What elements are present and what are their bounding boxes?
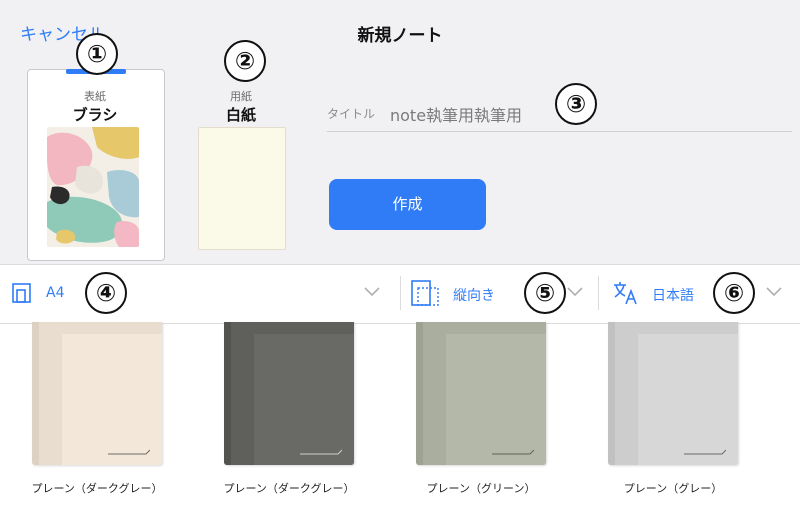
cover-section-label: 表紙 xyxy=(84,90,106,103)
signature-line xyxy=(492,449,534,455)
page-size-icon xyxy=(12,283,31,303)
chevron-down-icon[interactable] xyxy=(565,281,585,301)
translate-icon xyxy=(614,282,637,305)
paper-section-label: 用紙 xyxy=(230,90,252,103)
cover-panel xyxy=(62,334,162,465)
signature-line xyxy=(300,449,342,455)
blank-paper-thumbnail[interactable] xyxy=(198,127,286,250)
chevron-down-icon[interactable] xyxy=(764,281,784,301)
cover-option-plain-green[interactable] xyxy=(416,322,546,465)
language-value[interactable]: 日本語 xyxy=(652,285,694,305)
cover-option-plain-gray[interactable] xyxy=(608,322,738,465)
cover-caption: プレーン（グリーン） xyxy=(426,482,536,495)
page-title: 新規ノート xyxy=(357,26,443,46)
annotation-6: ⑥ xyxy=(713,272,755,314)
annotation-4: ④ xyxy=(85,272,127,314)
annotation-5: ⑤ xyxy=(524,272,566,314)
title-input-underline xyxy=(327,131,792,132)
divider xyxy=(598,276,599,310)
brush-pattern-image xyxy=(47,127,139,247)
title-input[interactable]: note執筆用執筆用 xyxy=(390,102,522,126)
orientation-value[interactable]: 縦向き xyxy=(453,285,495,305)
cover-panel xyxy=(446,334,546,465)
page-size-value[interactable]: A4 xyxy=(46,285,64,301)
chevron-down-icon[interactable] xyxy=(362,281,382,301)
title-field-label: タイトル xyxy=(327,107,376,121)
annotation-1: ① xyxy=(76,33,118,75)
orientation-icon xyxy=(411,280,439,306)
nav-bar: キャンセル 新規ノート xyxy=(0,0,800,65)
signature-line xyxy=(684,449,726,455)
spine xyxy=(32,322,39,465)
cover-panel xyxy=(254,334,354,465)
annotation-2: ② xyxy=(224,40,266,82)
spine xyxy=(608,322,615,465)
cover-caption: プレーン（ダークグレー） xyxy=(31,482,163,495)
cover-option-plain-dark-gray[interactable] xyxy=(32,322,162,465)
cover-panel xyxy=(638,334,738,465)
cover-caption: プレーン（ダークグレー） xyxy=(223,482,355,495)
divider xyxy=(400,276,401,310)
cover-option-plain-dark-gray-2[interactable] xyxy=(224,322,354,465)
brush-cover-thumbnail[interactable] xyxy=(47,127,139,247)
cover-caption: プレーン（グレー） xyxy=(623,482,723,495)
spine xyxy=(224,322,231,465)
paper-name: 白紙 xyxy=(225,106,256,124)
signature-line xyxy=(108,449,150,455)
annotation-3: ③ xyxy=(555,83,597,125)
create-button[interactable]: 作成 xyxy=(329,179,486,230)
spine xyxy=(416,322,423,465)
cover-name: ブラシ xyxy=(72,106,118,124)
